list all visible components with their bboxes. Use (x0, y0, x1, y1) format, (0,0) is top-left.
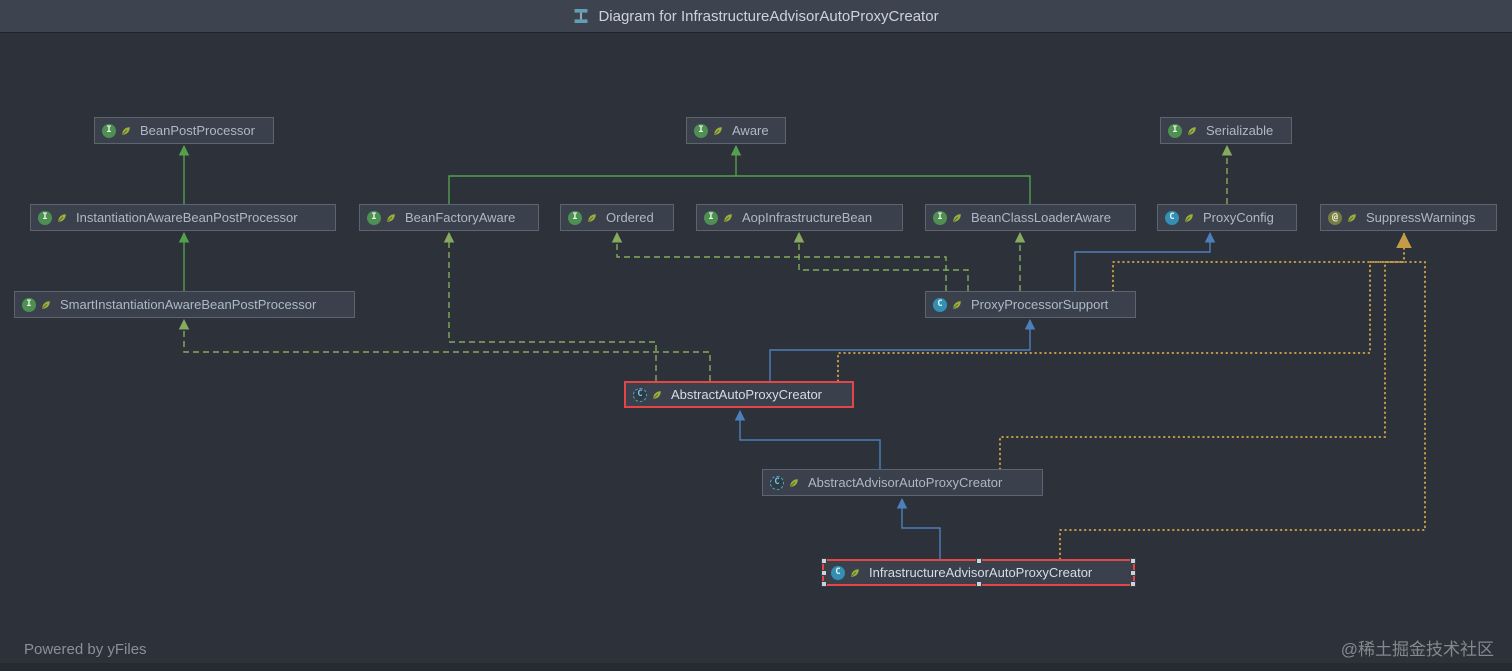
node-label: Aware (732, 123, 769, 138)
node-label: BeanFactoryAware (405, 210, 516, 225)
annotation-icon: @ (1328, 210, 1342, 225)
node-label: BeanPostProcessor (140, 123, 255, 138)
leaf-icon (1183, 212, 1195, 224)
interface-icon: I (1168, 123, 1182, 138)
resize-handle[interactable] (821, 569, 827, 576)
node-abstract-advisor-auto-proxy-creator[interactable]: C AbstractAdvisorAutoProxyCreator (762, 469, 1043, 496)
resize-handle[interactable] (1130, 569, 1136, 576)
leaf-icon (951, 299, 963, 311)
interface-icon: I (367, 210, 381, 225)
node-bean-post-processor[interactable]: I BeanPostProcessor (94, 117, 274, 144)
leaf-icon (56, 212, 68, 224)
leaf-icon (586, 212, 598, 224)
node-bean-class-loader-aware[interactable]: I BeanClassLoaderAware (925, 204, 1136, 231)
class-icon: C (933, 297, 947, 312)
leaf-icon (951, 212, 963, 224)
resize-handle[interactable] (975, 558, 982, 564)
interface-icon: I (704, 210, 718, 225)
diagram-icon (574, 9, 588, 23)
node-label: SmartInstantiationAwareBeanPostProcessor (60, 297, 317, 312)
resize-handle[interactable] (1130, 581, 1136, 587)
leaf-icon (120, 125, 132, 137)
node-label: SuppressWarnings (1366, 210, 1476, 225)
node-infrastructure-advisor-auto-proxy-creator[interactable]: C InfrastructureAdvisorAutoProxyCreator (821, 558, 1136, 587)
node-label: BeanClassLoaderAware (971, 210, 1111, 225)
node-bean-factory-aware[interactable]: I BeanFactoryAware (359, 204, 539, 231)
resize-handle[interactable] (821, 581, 827, 587)
node-label: InfrastructureAdvisorAutoProxyCreator (869, 565, 1093, 580)
node-serializable[interactable]: I Serializable (1160, 117, 1292, 144)
class-icon: C (1165, 210, 1179, 225)
leaf-icon (40, 299, 52, 311)
node-label: Serializable (1206, 123, 1274, 138)
diagram-canvas[interactable]: I BeanPostProcessor I Aware I Serializable I In… (0, 0, 1512, 671)
node-label: AopInfrastructureBean (742, 210, 873, 225)
resize-handle[interactable] (1130, 558, 1136, 564)
node-abstract-auto-proxy-creator[interactable]: C AbstractAutoProxyCreator (624, 381, 854, 408)
leaf-icon (1346, 212, 1358, 224)
abstract-class-icon: C (770, 475, 784, 490)
node-proxy-config[interactable]: C ProxyConfig (1157, 204, 1297, 231)
powered-by-label: Powered by yFiles (24, 641, 147, 658)
leaf-icon (1186, 125, 1198, 137)
leaf-icon (788, 477, 800, 489)
leaf-icon (712, 125, 724, 137)
resize-handle[interactable] (975, 581, 982, 587)
leaf-icon (722, 212, 734, 224)
node-suppress-warnings[interactable]: @ SuppressWarnings (1320, 204, 1497, 231)
horizontal-scrollbar-track[interactable] (0, 663, 1512, 671)
abstract-class-icon: C (633, 387, 647, 402)
window-title: Diagram for InfrastructureAdvisorAutoPro… (598, 7, 939, 25)
interface-icon: I (568, 210, 582, 225)
node-proxy-processor-support[interactable]: C ProxyProcessorSupport (925, 291, 1136, 318)
node-label: ProxyConfig (1203, 210, 1274, 225)
leaf-icon (385, 212, 397, 224)
node-aop-infrastructure-bean[interactable]: I AopInfrastructureBean (696, 204, 903, 231)
leaf-icon (849, 567, 861, 579)
node-label: Ordered (606, 210, 654, 225)
watermark: @稀土掘金技术社区 (1340, 640, 1494, 659)
node-instantiation-aware-bean-post-processor[interactable]: I InstantiationAwareBeanPostProcessor (30, 204, 336, 231)
node-ordered[interactable]: I Ordered (560, 204, 674, 231)
interface-icon: I (933, 210, 947, 225)
node-label: AbstractAutoProxyCreator (671, 387, 823, 402)
node-smart-instantiation-aware-bean-post-processor[interactable]: I SmartInstantiationAwareBeanPostProcesso… (14, 291, 355, 318)
node-label: InstantiationAwareBeanPostProcessor (76, 210, 298, 225)
interface-icon: I (38, 210, 52, 225)
diagram-window: I BeanPostProcessor I Aware I Serializable I In… (0, 0, 1512, 671)
leaf-icon (651, 389, 663, 401)
interface-icon: I (694, 123, 708, 138)
node-aware[interactable]: I Aware (686, 117, 786, 144)
interface-icon: I (22, 297, 36, 312)
class-icon: C (831, 565, 845, 580)
interface-icon: I (102, 123, 116, 138)
titlebar: Diagram for InfrastructureAdvisorAutoPro… (0, 0, 1512, 33)
node-label: ProxyProcessorSupport (971, 297, 1109, 312)
node-label: AbstractAdvisorAutoProxyCreator (808, 475, 1003, 490)
resize-handle[interactable] (821, 558, 827, 564)
